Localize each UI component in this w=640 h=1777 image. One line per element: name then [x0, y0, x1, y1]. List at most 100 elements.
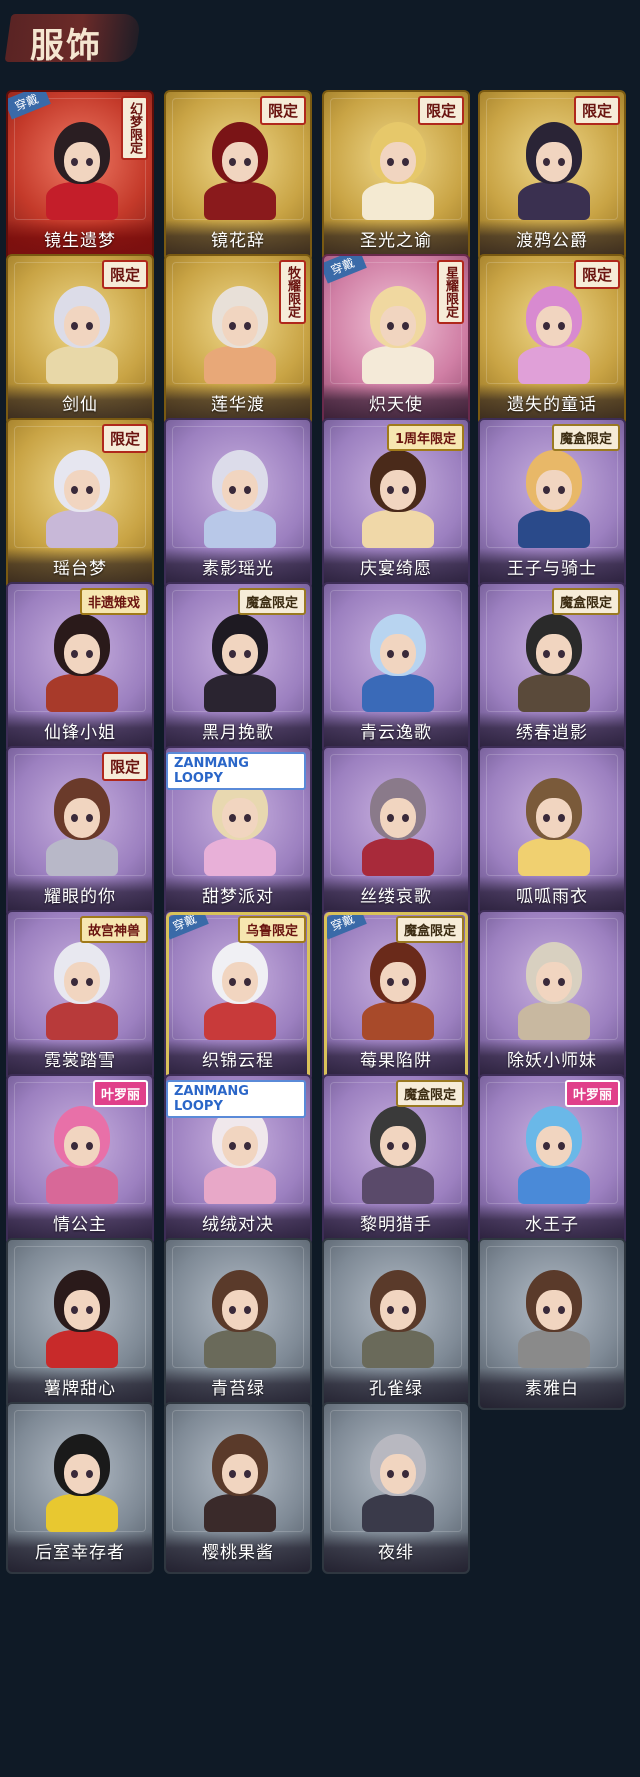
costume-card[interactable]: 水王子 叶罗丽 [478, 1074, 626, 1246]
character-face [222, 1454, 258, 1494]
character-portrait [514, 282, 594, 384]
costume-name: 霓裳踏雪 [44, 1051, 116, 1071]
character-outfit [362, 182, 434, 220]
character-outfit [46, 1166, 118, 1204]
costume-card[interactable]: 黑月挽歌 魔盒限定 [164, 582, 312, 754]
character-face [64, 962, 100, 1002]
character-eye [558, 650, 565, 658]
character-portrait [42, 938, 122, 1040]
character-face [536, 142, 572, 182]
character-eye [229, 978, 236, 986]
costume-card[interactable]: 遗失的童话 限定 [478, 254, 626, 426]
costume-card[interactable]: 呱呱雨衣 [478, 746, 626, 918]
character-portrait [358, 282, 438, 384]
costume-card[interactable]: 素雅白 [478, 1238, 626, 1410]
costume-card[interactable]: 樱桃果酱 [164, 1402, 312, 1574]
character-portrait [514, 118, 594, 220]
character-eye [558, 322, 565, 330]
character-eye [244, 978, 251, 986]
character-outfit [362, 510, 434, 548]
character-eye [402, 650, 409, 658]
costume-card[interactable]: 甜梦派对 ZANMANG LOOPY [164, 746, 312, 918]
costume-card[interactable]: 青云逸歌 [322, 582, 470, 754]
character-eye [244, 1306, 251, 1314]
character-eye [558, 814, 565, 822]
character-eye [244, 322, 251, 330]
costume-card[interactable]: 青苔绿 [164, 1238, 312, 1410]
character-portrait [42, 610, 122, 712]
costume-card[interactable]: 情公主 叶罗丽 [6, 1074, 154, 1246]
character-portrait [200, 610, 280, 712]
character-outfit [46, 1002, 118, 1040]
costume-name: 王子与骑士 [507, 559, 597, 579]
costume-name: 黎明猎手 [360, 1215, 432, 1235]
character-outfit [518, 1166, 590, 1204]
costume-name: 素影瑶光 [202, 559, 274, 579]
limited-badge: 魔盒限定 [551, 424, 620, 451]
costume-card[interactable]: 耀眼的你 限定 [6, 746, 154, 918]
costume-card[interactable]: 后室幸存者 [6, 1402, 154, 1574]
character-outfit [518, 182, 590, 220]
costume-card[interactable]: 剑仙 限定 [6, 254, 154, 426]
character-portrait [200, 118, 280, 220]
character-eye [229, 650, 236, 658]
costume-card[interactable]: 绣春逍影 魔盒限定 [478, 582, 626, 754]
character-portrait [514, 1266, 594, 1368]
costume-name: 樱桃果酱 [202, 1543, 274, 1563]
costume-card[interactable]: 织锦云程 乌鲁限定 穿戴 [164, 910, 312, 1082]
costume-name: 仙锋小姐 [44, 723, 116, 743]
character-eye [86, 158, 93, 166]
costume-card[interactable]: 除妖小师妹 [478, 910, 626, 1082]
costume-name: 青云逸歌 [360, 723, 432, 743]
costume-card[interactable]: 渡鸦公爵 限定 [478, 90, 626, 262]
costume-card[interactable]: 王子与骑士 魔盒限定 [478, 418, 626, 590]
character-eye [402, 1470, 409, 1478]
character-eye [229, 1470, 236, 1478]
costume-name: 圣光之谕 [360, 231, 432, 251]
costume-card[interactable]: 绒绒对决 ZANMANG LOOPY [164, 1074, 312, 1246]
costume-card[interactable]: 圣光之谕 限定 [322, 90, 470, 262]
limited-badge: 叶罗丽 [564, 1080, 620, 1107]
character-eye [387, 1306, 394, 1314]
costume-name: 青苔绿 [211, 1379, 265, 1399]
costume-card[interactable]: 霓裳踏雪 故宫神兽 [6, 910, 154, 1082]
character-eye [402, 486, 409, 494]
character-portrait [514, 1102, 594, 1204]
character-eye [543, 158, 550, 166]
costume-card[interactable]: 孔雀绿 [322, 1238, 470, 1410]
character-outfit [518, 510, 590, 548]
costume-card[interactable]: 镜生遗梦 幻梦限定 穿戴 [6, 90, 154, 262]
costume-card[interactable]: 仙锋小姐 非遗雉戏 [6, 582, 154, 754]
character-eye [402, 814, 409, 822]
costume-card[interactable]: 莓果陷阱 魔盒限定 穿戴 [322, 910, 470, 1082]
character-outfit [518, 1002, 590, 1040]
character-face [222, 306, 258, 346]
costume-name: 渡鸦公爵 [516, 231, 588, 251]
character-eye [86, 814, 93, 822]
costume-name: 剑仙 [62, 395, 98, 415]
character-eye [86, 322, 93, 330]
character-portrait [42, 118, 122, 220]
character-portrait [358, 610, 438, 712]
character-portrait [358, 1266, 438, 1368]
costume-card[interactable]: 素影瑶光 [164, 418, 312, 590]
character-eye [71, 158, 78, 166]
costume-card[interactable]: 庆宴绮愿 1周年限定 [322, 418, 470, 590]
character-outfit [46, 838, 118, 876]
character-portrait [514, 446, 594, 548]
character-face [380, 1454, 416, 1494]
costume-card[interactable]: 丝缕哀歌 [322, 746, 470, 918]
costume-card[interactable]: 黎明猎手 魔盒限定 [322, 1074, 470, 1246]
character-eye [244, 486, 251, 494]
costume-card[interactable]: 镜花辞 限定 [164, 90, 312, 262]
character-eye [543, 486, 550, 494]
character-eye [71, 1306, 78, 1314]
costume-card[interactable]: 夜绯 [322, 1402, 470, 1574]
costume-card[interactable]: 薯牌甜心 [6, 1238, 154, 1410]
costume-card[interactable]: 瑶台梦 限定 [6, 418, 154, 590]
costume-card[interactable]: 莲华渡 牧耀限定 [164, 254, 312, 426]
character-outfit [362, 838, 434, 876]
costume-name: 莓果陷阱 [360, 1051, 432, 1071]
costume-card[interactable]: 炽天使 星耀限定 穿戴 [322, 254, 470, 426]
character-face [380, 142, 416, 182]
